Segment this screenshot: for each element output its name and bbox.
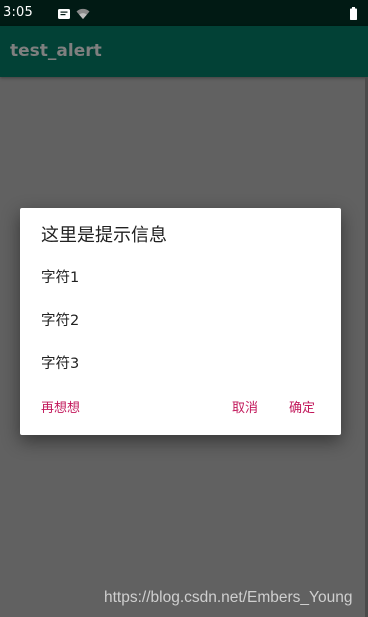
cancel-button[interactable]: 取消 <box>232 400 258 418</box>
dialog-list-item[interactable]: 字符2 <box>41 312 321 330</box>
battery-icon <box>350 7 357 20</box>
dialog-list-item[interactable]: 字符3 <box>41 355 321 373</box>
app-title: test_alert <box>10 41 102 61</box>
app-bar: test_alert <box>0 26 368 77</box>
status-time: 3:05 <box>3 5 33 20</box>
neutral-button[interactable]: 再想想 <box>41 400 80 418</box>
watermark-url: https://blog.csdn.net/Embers_Young <box>104 589 353 606</box>
dialog-list-item[interactable]: 字符1 <box>41 269 321 287</box>
dialog-title: 这里是提示信息 <box>41 225 167 246</box>
alert-dialog: 这里是提示信息 字符1 字符2 字符3 再想想 取消 确定 <box>20 208 341 435</box>
notification-icon <box>58 9 70 19</box>
wifi-icon <box>76 8 90 19</box>
confirm-button[interactable]: 确定 <box>289 400 315 418</box>
status-bar: 3:05 <box>0 0 368 26</box>
